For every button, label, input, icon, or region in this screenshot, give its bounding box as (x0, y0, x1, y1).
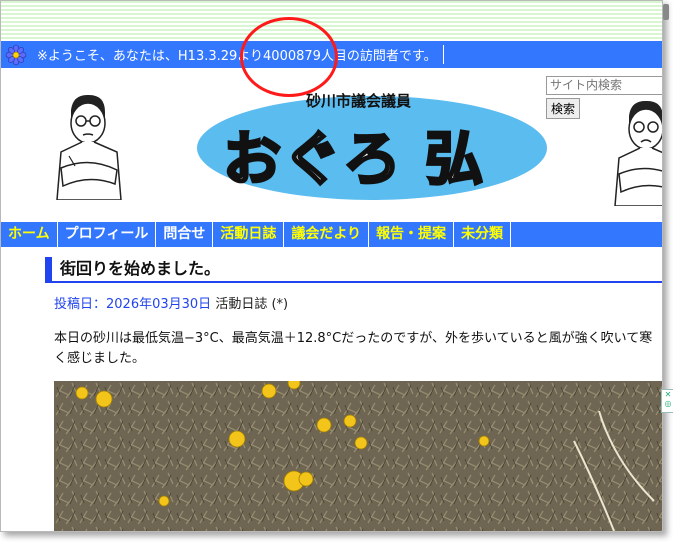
scrollbar-thumb[interactable] (663, 4, 669, 20)
post-category[interactable]: 活動日誌 (215, 297, 267, 312)
site-header: 砂川市議会議員 おぐろ 弘 検索 (1, 68, 662, 221)
mascot-illustration-left (49, 90, 125, 201)
search-button[interactable]: 検索 (546, 97, 581, 119)
top-stripe-banner (1, 1, 662, 41)
nav-item[interactable]: 問合せ (156, 222, 214, 247)
side-widget-icon[interactable]: ✕ ◎ (661, 389, 673, 413)
flower-icon (5, 44, 27, 66)
nav-item[interactable]: 未分類 (454, 222, 512, 247)
site-search-input[interactable] (546, 75, 662, 95)
main-navigation: ホーム プロフィール 問合せ 活動日誌 議会だより 報告・提案 未分類 (1, 222, 662, 247)
post-title[interactable]: 街回りを始めました。 (45, 257, 662, 283)
nav-item[interactable]: ホーム (1, 222, 58, 247)
browser-window: ※ようこそ、あなたは、H13.3.29より4000879人目の訪問者です。 砂川… (0, 0, 663, 532)
post-comment-marker: (*) (271, 297, 289, 312)
site-subtitle: 砂川市議会議員 (306, 92, 412, 110)
post-date[interactable]: 投稿日：2026年03月30日 (54, 297, 211, 312)
highlight-circle (240, 17, 338, 97)
site-logo-text[interactable]: おぐろ 弘 (221, 112, 485, 196)
nav-item[interactable]: 議会だより (284, 222, 370, 247)
nav-item[interactable]: 報告・提案 (369, 222, 455, 247)
post-meta: 投稿日：2026年03月30日 活動日誌 (*) (54, 293, 288, 312)
nav-item[interactable]: プロフィール (58, 222, 157, 247)
mascot-illustration-right (607, 96, 662, 207)
nav-item[interactable]: 活動日誌 (213, 222, 285, 247)
post-body: 本日の砂川は最低気温−3°C、最高気温＋12.8°Cだったのですが、外を歩いてい… (54, 331, 653, 366)
post-photo (54, 376, 662, 531)
